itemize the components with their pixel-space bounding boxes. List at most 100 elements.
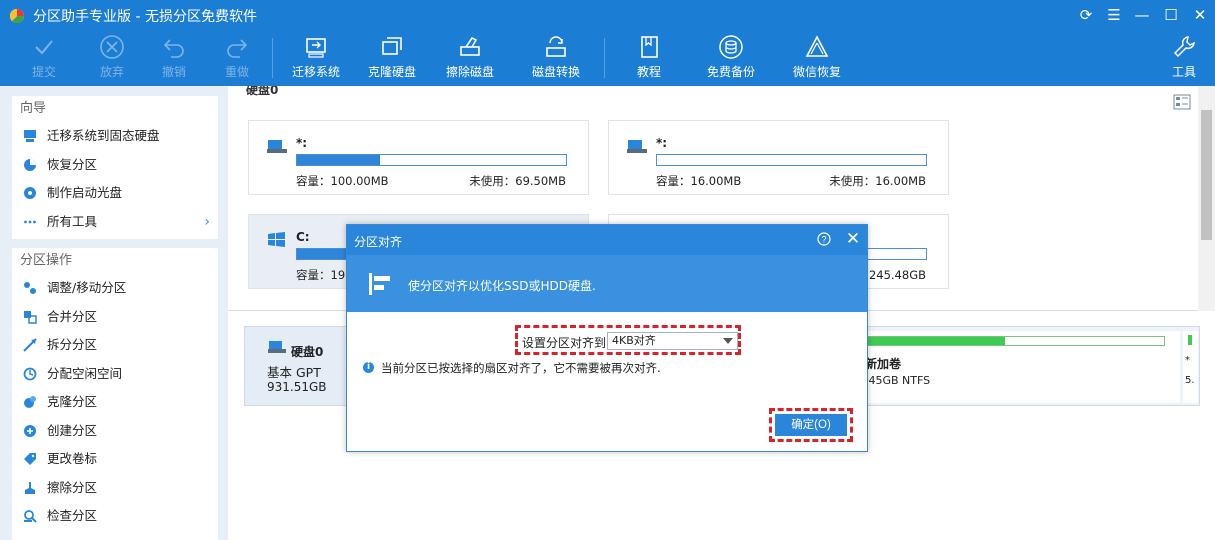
- drive-icon: [267, 140, 287, 153]
- operations-panel: 分区操作 调整/移动分区 合并分区 拆分分区 分配空闲空间 克隆分区 创建分区 …: [12, 248, 218, 540]
- volume-usage-bar: [845, 336, 1165, 346]
- tutorial-button[interactable]: 教程: [626, 34, 672, 84]
- split-icon: [23, 338, 37, 352]
- dropdown-arrow-icon: [723, 338, 733, 344]
- window-title: 分区助手专业版 - 无损分区免费软件: [33, 9, 257, 25]
- sidebar-item-split[interactable]: 拆分分区: [12, 331, 218, 360]
- redo-icon: [227, 39, 248, 58]
- wipe-disk-button[interactable]: 擦除磁盘: [442, 34, 498, 84]
- wrench-icon: [1173, 36, 1195, 58]
- redo-button[interactable]: 重做: [215, 34, 259, 84]
- dialog-banner: 使分区对齐以优化SSD或HDD硬盘.: [347, 255, 867, 312]
- sidebar-item-boot-disc[interactable]: 制作启动光盘: [12, 179, 218, 208]
- clone-icon: [24, 396, 36, 408]
- discard-button[interactable]: 放弃: [90, 34, 134, 84]
- sidebar-item-create[interactable]: 创建分区: [12, 417, 218, 446]
- wipe-disk-icon: [460, 36, 480, 56]
- wechat-recovery-icon: [805, 35, 829, 57]
- sidebar: 向导 迁移系统到固态硬盘 恢复分区 制作启动光盘 所有工具 › 分区操作 调整/…: [0, 86, 228, 540]
- tools-button[interactable]: 工具: [1164, 34, 1204, 84]
- sidebar-item-label[interactable]: 更改卷标: [12, 445, 218, 474]
- sidebar-item-clone[interactable]: 克隆分区: [12, 388, 218, 417]
- sidebar-item-wipe[interactable]: 擦除分区: [12, 474, 218, 503]
- boot-disc-icon: [24, 187, 36, 199]
- create-icon: [24, 424, 36, 437]
- commit-button[interactable]: 提交: [22, 34, 66, 84]
- wizard-title: 向导: [20, 101, 47, 116]
- disk-info[interactable]: 硬盘0 基本 GPT 931.51GB: [245, 327, 345, 405]
- refresh-icon[interactable]: ⟳: [1076, 5, 1096, 25]
- sidebar-item-allocate[interactable]: 分配空闲空间: [12, 360, 218, 389]
- sidebar-item-migrate[interactable]: 迁移系统到固态硬盘: [12, 122, 218, 151]
- scrollbar[interactable]: [1198, 86, 1215, 311]
- sidebar-item-resize[interactable]: 调整/移动分区: [12, 274, 218, 303]
- toolbar-separator: [604, 38, 605, 78]
- svg-text:?: ?: [821, 235, 826, 245]
- align-icon: [369, 273, 390, 295]
- undo-icon: [163, 39, 184, 58]
- align-setting-row: 设置分区对齐到: 4KB对齐: [515, 325, 741, 355]
- convert-disk-button[interactable]: 磁盘转换: [526, 34, 586, 84]
- sidebar-item-check[interactable]: 检查分区: [12, 502, 218, 531]
- toolbar-separator: [272, 38, 273, 78]
- dialog-close-button[interactable]: ✕: [845, 230, 861, 248]
- cancel-icon: [100, 35, 124, 59]
- usage-bar: [296, 154, 567, 166]
- windows-icon: [268, 232, 285, 247]
- more-icon: [24, 220, 36, 223]
- minimize-button[interactable]: —: [1132, 5, 1152, 25]
- chevron-right-icon: ›: [204, 213, 210, 230]
- wizard-panel: 向导 迁移系统到固态硬盘 恢复分区 制作启动光盘 所有工具 ›: [12, 96, 218, 239]
- book-icon: [641, 36, 658, 58]
- align-select[interactable]: 4KB对齐: [607, 332, 738, 350]
- alignment-note: 当前分区已按选择的扇区对齐了，它不需要被再次对齐.: [381, 361, 661, 375]
- merge-icon: [24, 310, 37, 324]
- ok-button[interactable]: 确定(O): [775, 414, 847, 436]
- sidebar-item-recover[interactable]: 恢复分区: [12, 151, 218, 180]
- partition-card[interactable]: *: 容量：16.00MB 未使用：16.00MB: [608, 120, 949, 195]
- backup-icon: [719, 35, 743, 59]
- info-icon: i: [363, 362, 374, 373]
- ok-button-highlight: 确定(O): [769, 408, 853, 442]
- sidebar-item-merge[interactable]: 合并分区: [12, 303, 218, 332]
- close-button[interactable]: ✕: [1190, 5, 1210, 25]
- title-bar: 分区助手专业版 - 无损分区免费软件 ⟳ ☰ — ☐ ✕: [0, 0, 1215, 30]
- operations-title: 分区操作: [20, 253, 73, 268]
- migrate-os-icon: [306, 38, 326, 58]
- app-logo-icon: [9, 8, 25, 23]
- label-icon: [24, 453, 36, 465]
- dialog-title-bar: 分区对齐 ? ✕: [347, 225, 867, 255]
- wipe-icon: [25, 481, 35, 494]
- maximize-button[interactable]: ☐: [1161, 5, 1181, 25]
- disk-heading: 硬盘0: [246, 86, 279, 97]
- partition-align-dialog: 分区对齐 ? ✕ 使分区对齐以优化SSD或HDD硬盘. 设置分区对齐到: 4KB…: [346, 224, 868, 452]
- disk-icon: [268, 341, 286, 353]
- volume-block[interactable]: * 5.: [1183, 331, 1198, 403]
- clone-disk-button[interactable]: 克隆硬盘: [364, 34, 420, 84]
- volume-usage-bar: [1188, 335, 1192, 345]
- volume-block[interactable]: 新加卷 .45GB NTFS: [835, 331, 1180, 403]
- free-backup-button[interactable]: 免费备份: [700, 34, 762, 84]
- usage-bar: [656, 154, 927, 166]
- menu-icon[interactable]: ☰: [1104, 5, 1124, 25]
- scroll-thumb[interactable]: [1201, 110, 1212, 240]
- allocate-icon: [23, 367, 37, 380]
- partition-card[interactable]: *: 容量：100.00MB 未使用：69.50MB: [248, 120, 589, 195]
- convert-disk-icon: [546, 36, 566, 57]
- recover-icon: [24, 158, 36, 171]
- drive-icon: [627, 140, 647, 153]
- check-partition-icon: [24, 510, 37, 523]
- help-icon[interactable]: ?: [817, 232, 831, 246]
- align-label: 设置分区对齐到:: [522, 336, 611, 350]
- check-icon: [35, 40, 53, 55]
- migrate-icon: [24, 130, 36, 142]
- wechat-recovery-button[interactable]: 微信恢复: [786, 34, 848, 84]
- undo-button[interactable]: 撤销: [152, 34, 196, 84]
- resize-icon: [24, 282, 36, 294]
- view-toggle-icon[interactable]: [1173, 94, 1191, 110]
- migrate-os-button[interactable]: 迁移系统: [288, 34, 344, 84]
- clone-disk-icon: [382, 37, 402, 55]
- dialog-title: 分区对齐: [354, 235, 403, 249]
- toolbar: 提交 放弃 撤销 重做 迁移系统 克隆硬盘 擦除磁盘 磁盘转换 教程 免费备份 …: [0, 30, 1215, 86]
- sidebar-item-all-tools[interactable]: 所有工具 ›: [12, 208, 218, 237]
